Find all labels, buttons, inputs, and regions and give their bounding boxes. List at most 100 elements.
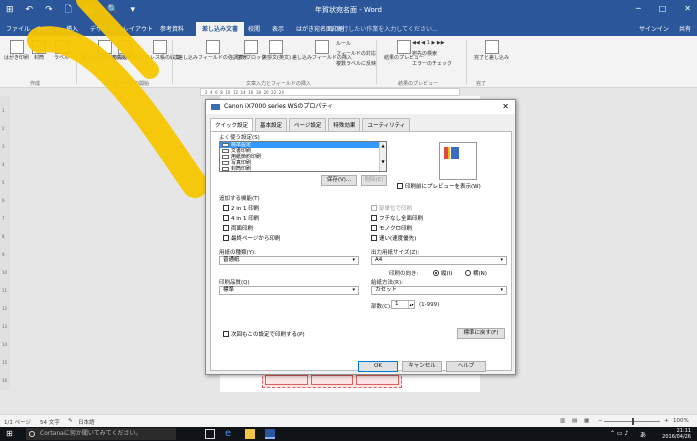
- greeting-line-button[interactable]: 挨拶文(英文): [262, 40, 291, 62]
- tab-references[interactable]: 参考資料: [160, 24, 184, 33]
- feature-checkbox[interactable]: 両面印刷: [223, 224, 253, 232]
- feature-checkbox[interactable]: 4 in 1 印刷: [223, 214, 259, 222]
- tab-view[interactable]: 表示: [272, 24, 284, 33]
- feature-checkbox[interactable]: 2 in 1 印刷: [223, 204, 259, 212]
- tab-main[interactable]: 基本設定: [255, 118, 288, 131]
- print-preview-thumbnail: [439, 142, 477, 180]
- start-button[interactable]: ⊞: [6, 430, 13, 438]
- delete-button[interactable]: 削除(E): [361, 175, 387, 186]
- minimize-button[interactable]: ─: [636, 4, 641, 13]
- word-count[interactable]: 54 文字: [40, 418, 60, 426]
- printer-icon: [211, 104, 220, 110]
- preview-before-print-checkbox[interactable]: 印刷前にプレビューを表示(W): [397, 182, 481, 190]
- feature-checkbox[interactable]: 部単位で印刷: [371, 204, 412, 212]
- orientation-landscape-radio[interactable]: 横(N): [465, 269, 487, 277]
- tab-quick-setup[interactable]: クイック設定: [210, 118, 254, 131]
- copies-stepper[interactable]: 1 ▴▾: [391, 300, 415, 309]
- update-labels-button[interactable]: 複数ラベルに反映: [336, 60, 376, 67]
- user-area: サインイン 共有: [639, 24, 691, 33]
- zoom-slider-thumb[interactable]: [632, 418, 634, 425]
- document-icon: [222, 143, 229, 147]
- label-button[interactable]: ラベル: [54, 40, 69, 62]
- file-explorer-icon[interactable]: [245, 429, 255, 439]
- feature-checkbox[interactable]: モノクロ印刷: [371, 224, 412, 232]
- print-layout-icon[interactable]: ▤: [572, 418, 577, 424]
- media-type-label: 用紙の種類(Y):: [219, 250, 257, 256]
- tab-file[interactable]: ファイル: [6, 24, 30, 33]
- photo-icon: [222, 161, 229, 165]
- output-size-select[interactable]: A4 ▾: [371, 256, 507, 265]
- feature-checkbox[interactable]: 最終ページから印刷: [223, 234, 280, 242]
- windows-taskbar: ⊞ Cortanaに何か聞いてみてください。 e ⌃ ▭ ♪ あ 21:11 2…: [0, 427, 697, 441]
- favorites-list[interactable]: 標準設定 文書印刷 用紙節約印刷 写真印刷 封筒印刷 ▲ ▼: [219, 141, 387, 172]
- dialog-close-button[interactable]: ✕: [502, 100, 509, 114]
- clock[interactable]: 21:11 2016/04/26: [662, 428, 691, 440]
- orientation-portrait-radio[interactable]: 縦(I): [433, 269, 452, 277]
- feature-checkbox[interactable]: フチなし全面印刷: [371, 214, 423, 222]
- word-taskbar-icon[interactable]: [265, 429, 275, 439]
- zoom-in-icon[interactable]: +: [664, 418, 669, 424]
- always-print-checkbox[interactable]: 次回もこの設定で印刷する(P): [223, 330, 305, 338]
- share-button[interactable]: 共有: [679, 24, 691, 33]
- language-indicator[interactable]: 日本語: [78, 418, 95, 426]
- maximize-button[interactable]: □: [659, 4, 667, 13]
- signin-link[interactable]: サインイン: [639, 24, 669, 33]
- preview-results-icon: [397, 40, 411, 54]
- cortana-search-box[interactable]: Cortanaに何か聞いてみてください。: [26, 428, 176, 440]
- postal-code-box: [356, 375, 400, 385]
- edit-address-book-button[interactable]: アドレス帳の編集: [140, 40, 180, 62]
- greeting-icon: [269, 40, 284, 54]
- tray-icons[interactable]: ⌃ ▭ ♪: [610, 430, 628, 437]
- find-recipient-button[interactable]: 宛先の検索: [412, 50, 437, 57]
- paper-source-select[interactable]: カセット ▾: [371, 286, 507, 295]
- read-mode-icon[interactable]: ▥: [560, 418, 565, 424]
- edge-browser-icon[interactable]: e: [225, 429, 235, 439]
- orientation-label: 印刷の向き:: [389, 271, 419, 277]
- zoom-out-icon[interactable]: −: [598, 418, 603, 424]
- finish-merge-button[interactable]: 完了と差し込み: [474, 40, 509, 62]
- tab-insert[interactable]: 挿入: [66, 24, 78, 33]
- rules-button[interactable]: ルール: [336, 40, 351, 47]
- help-button[interactable]: ヘルプ: [446, 361, 486, 372]
- restore-defaults-button[interactable]: 標準に戻す(F): [457, 328, 505, 339]
- output-size-label: 出力用紙サイズ(Z):: [371, 250, 420, 256]
- ime-indicator-icon[interactable]: あ: [640, 430, 646, 439]
- tab-review[interactable]: 校閲: [248, 24, 260, 33]
- save-button[interactable]: 保存(V)...: [321, 175, 357, 186]
- select-recipients-button[interactable]: 宛先の選択: [112, 40, 137, 62]
- tab-home[interactable]: ホーム: [36, 24, 54, 33]
- spinner-arrows-icon[interactable]: ▴▾: [408, 301, 414, 308]
- record-navigator[interactable]: ◀◀ ◀ 1 ▶ ▶▶: [412, 40, 445, 46]
- postal-code-box: [265, 375, 308, 385]
- zoom-level[interactable]: 100%: [673, 418, 689, 424]
- tab-effects[interactable]: 特殊効果: [328, 118, 361, 131]
- cancel-button[interactable]: キャンセル: [402, 361, 442, 372]
- print-quality-select[interactable]: 標準 ▾: [219, 286, 359, 295]
- tab-page-setup[interactable]: ページ設定: [289, 118, 327, 131]
- task-view-icon[interactable]: [205, 429, 215, 439]
- match-fields-button[interactable]: フィールドの対応: [336, 50, 376, 57]
- tab-design[interactable]: デザイン: [90, 24, 114, 33]
- page-count[interactable]: 1/1 ページ: [4, 418, 31, 426]
- ok-button[interactable]: OK: [358, 361, 398, 372]
- feature-checkbox[interactable]: 速い(速度優先): [371, 234, 416, 242]
- web-layout-icon[interactable]: ▦: [584, 418, 589, 424]
- list-item[interactable]: 封筒印刷: [220, 166, 386, 171]
- check-errors-button[interactable]: エラーのチェック: [412, 60, 452, 67]
- window-title: 年賀状宛名面 - Word: [315, 6, 382, 14]
- postcard-print-button[interactable]: はがき印刷: [4, 40, 29, 62]
- address-book-icon: [153, 40, 167, 54]
- tab-layout[interactable]: レイアウト: [123, 24, 153, 33]
- close-button[interactable]: ✕: [684, 4, 691, 13]
- list-scrollbar[interactable]: ▲ ▼: [379, 142, 386, 171]
- finish-merge-icon: [484, 40, 499, 54]
- cortana-icon: [29, 431, 35, 437]
- postal-code-box: [310, 375, 354, 385]
- proofing-icon[interactable]: ✎: [68, 418, 73, 424]
- dialog-title-bar: Canon iX7000 series WSのプロパティ ✕: [206, 100, 515, 114]
- tell-me-box[interactable]: ♀ 実行したい作業を入力してください...: [330, 24, 438, 33]
- tab-mailings[interactable]: 差し込み文書: [196, 22, 245, 37]
- media-type-select[interactable]: 普通紙 ▾: [219, 256, 359, 265]
- tab-utility[interactable]: ユーティリティ: [362, 118, 411, 131]
- envelope-button[interactable]: 封筒: [32, 40, 46, 62]
